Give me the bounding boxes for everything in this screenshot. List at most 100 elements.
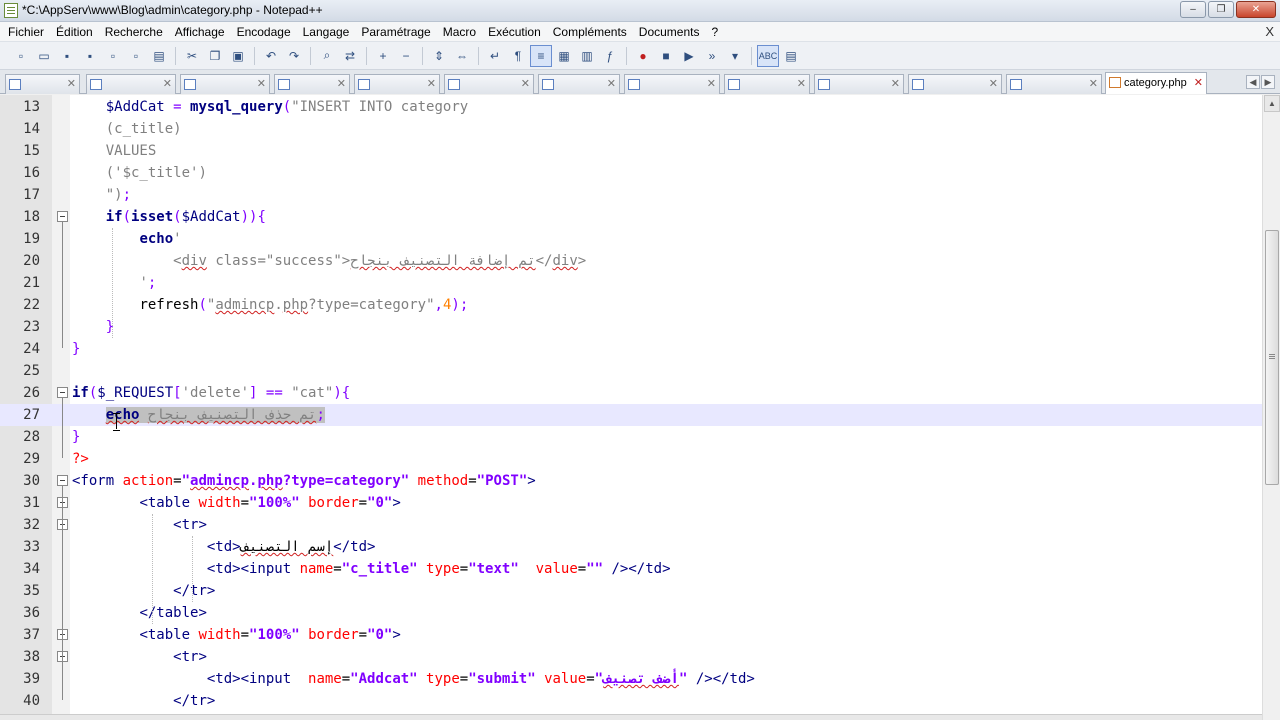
undo-icon[interactable]: ↶ — [260, 45, 282, 67]
code-line[interactable]: 30 <form action="admincp.php?type=categor… — [0, 470, 1262, 492]
code-line[interactable]: 17 "); — [0, 184, 1262, 206]
close-tab-icon[interactable]: ✕ — [521, 75, 530, 93]
close-tab-icon[interactable]: ✕ — [257, 75, 266, 93]
tab-document[interactable]: ✕ — [814, 74, 904, 94]
code-line[interactable]: 13 $AddCat = mysql_query("INSERT INTO ca… — [0, 96, 1262, 118]
code-line[interactable]: 19 echo' — [0, 228, 1262, 250]
zoom-in-icon[interactable]: + — [372, 45, 394, 67]
code-line[interactable]: 23 } — [0, 316, 1262, 338]
tab-document[interactable]: ✕ — [624, 74, 720, 94]
close-tab-icon[interactable]: ✕ — [337, 75, 346, 93]
save-macro-icon[interactable]: ▾ — [724, 45, 746, 67]
code-line[interactable]: 37 <table width="100%" border="0"> — [0, 624, 1262, 646]
code-line[interactable]: 21 '; — [0, 272, 1262, 294]
zoom-out-icon[interactable]: − — [395, 45, 417, 67]
fold-toggle-icon[interactable] — [57, 475, 68, 486]
code-line[interactable]: 33 <td>إسم التصنيف</td> — [0, 536, 1262, 558]
code-line[interactable]: 34 <td><input name="c_title" type="text"… — [0, 558, 1262, 580]
menu-encodage[interactable]: Encodage — [231, 22, 297, 42]
launch-icon[interactable]: ▤ — [780, 45, 802, 67]
menu-documents[interactable]: Documents — [633, 22, 706, 42]
save-all-icon[interactable]: ▪ — [79, 45, 101, 67]
function-list-icon[interactable]: ƒ — [599, 45, 621, 67]
close-icon[interactable]: ▫ — [102, 45, 124, 67]
code-line[interactable]: 24} — [0, 338, 1262, 360]
code-line[interactable]: 18 if(isset($AddCat)){ — [0, 206, 1262, 228]
scrollbar-thumb[interactable] — [1265, 230, 1279, 485]
tab-document[interactable]: ✕ — [908, 74, 1002, 94]
code-editor[interactable]: 13 $AddCat = mysql_query("INSERT INTO ca… — [0, 95, 1262, 720]
menu-langage[interactable]: Langage — [297, 22, 356, 42]
replace-icon[interactable]: ⇄ — [339, 45, 361, 67]
code-line[interactable]: 16 ('$c_title') — [0, 162, 1262, 184]
run-macro-multiple-icon[interactable]: » — [701, 45, 723, 67]
stop-macro-icon[interactable]: ■ — [655, 45, 677, 67]
close-all-icon[interactable]: ▫ — [125, 45, 147, 67]
open-file-icon[interactable]: ▭ — [33, 45, 55, 67]
close-tab-icon[interactable]: ✕ — [67, 75, 76, 93]
find-icon[interactable]: ⌕ — [316, 45, 338, 67]
cut-icon[interactable]: ✂ — [181, 45, 203, 67]
code-line[interactable]: 22 refresh("admincp.php?type=category",4… — [0, 294, 1262, 316]
menu-execution[interactable]: Exécution — [482, 22, 547, 42]
close-tab-icon[interactable]: ✕ — [607, 75, 616, 93]
tab-document[interactable]: ✕ — [1006, 74, 1102, 94]
sync-vertical-icon[interactable]: ⇕ — [428, 45, 450, 67]
redo-icon[interactable]: ↷ — [283, 45, 305, 67]
sync-horizontal-icon[interactable]: ⇔ — [451, 45, 473, 67]
tab-document[interactable]: ✕ — [724, 74, 810, 94]
menu-recherche[interactable]: Recherche — [99, 22, 169, 42]
tab-document[interactable]: ✕ — [354, 74, 440, 94]
code-line[interactable]: 36 </table> — [0, 602, 1262, 624]
close-tab-icon[interactable]: ✕ — [989, 75, 998, 93]
menu-affichage[interactable]: Affichage — [169, 22, 231, 42]
menu-fichier[interactable]: Fichier — [2, 22, 50, 42]
tab-document[interactable]: ✕ — [180, 74, 270, 94]
close-tab-icon[interactable]: ✕ — [797, 75, 806, 93]
show-all-chars-icon[interactable]: ¶ — [507, 45, 529, 67]
horizontal-scrollbar[interactable] — [0, 714, 1262, 720]
close-tab-icon[interactable]: ✕ — [163, 75, 172, 93]
code-line[interactable]: 29 ?> — [0, 448, 1262, 470]
menu-parametrage[interactable]: Paramétrage — [355, 22, 436, 42]
tab-document[interactable]: ✕ — [5, 74, 80, 94]
indent-guide-icon[interactable]: ≡ — [530, 44, 552, 67]
minimize-button[interactable]: – — [1180, 1, 1206, 18]
code-line[interactable]: 28} — [0, 426, 1262, 448]
menu-edition[interactable]: Édition — [50, 22, 99, 42]
maximize-button[interactable]: ❐ — [1208, 1, 1234, 18]
menu-complements[interactable]: Compléments — [547, 22, 633, 42]
code-line[interactable]: 40 </tr> — [0, 690, 1262, 712]
tab-document[interactable]: ✕ — [538, 74, 620, 94]
print-icon[interactable]: ▤ — [148, 45, 170, 67]
spellcheck-icon[interactable]: ABC — [757, 44, 779, 67]
code-line[interactable]: 39 <td><input name="Addcat" type="submit… — [0, 668, 1262, 690]
code-line[interactable]: 14 (c_title) — [0, 118, 1262, 140]
doc-map-icon[interactable]: ▥ — [576, 45, 598, 67]
save-icon[interactable]: ▪ — [56, 45, 78, 67]
code-line[interactable]: 38 <tr> — [0, 646, 1262, 668]
code-line[interactable]: 35 </tr> — [0, 580, 1262, 602]
close-tab-icon[interactable]: ✕ — [1089, 75, 1098, 93]
close-tab-icon[interactable]: ✕ — [1194, 73, 1203, 93]
menu-help[interactable]: ? — [706, 22, 725, 42]
code-line[interactable]: 25 — [0, 360, 1262, 382]
record-macro-icon[interactable]: ● — [632, 45, 654, 67]
close-document-button[interactable]: X — [1265, 24, 1274, 39]
tab-category-php[interactable]: category.php ✕ — [1105, 72, 1207, 94]
paste-icon[interactable]: ▣ — [227, 45, 249, 67]
fold-toggle-icon[interactable] — [57, 211, 68, 222]
fold-toggle-icon[interactable] — [57, 387, 68, 398]
word-wrap-icon[interactable]: ↵ — [484, 45, 506, 67]
code-line[interactable]: 15 VALUES — [0, 140, 1262, 162]
close-window-button[interactable]: ✕ — [1236, 1, 1276, 18]
copy-icon[interactable]: ❐ — [204, 45, 226, 67]
close-tab-icon[interactable]: ✕ — [707, 75, 716, 93]
scroll-up-arrow-icon[interactable]: ▲ — [1264, 95, 1280, 112]
vertical-scrollbar[interactable]: ▲ — [1262, 95, 1280, 720]
close-tab-icon[interactable]: ✕ — [891, 75, 900, 93]
tab-document[interactable]: ✕ — [274, 74, 350, 94]
notepad-app-icon[interactable] — [4, 3, 18, 18]
udl-icon[interactable]: ▦ — [553, 45, 575, 67]
close-tab-icon[interactable]: ✕ — [427, 75, 436, 93]
